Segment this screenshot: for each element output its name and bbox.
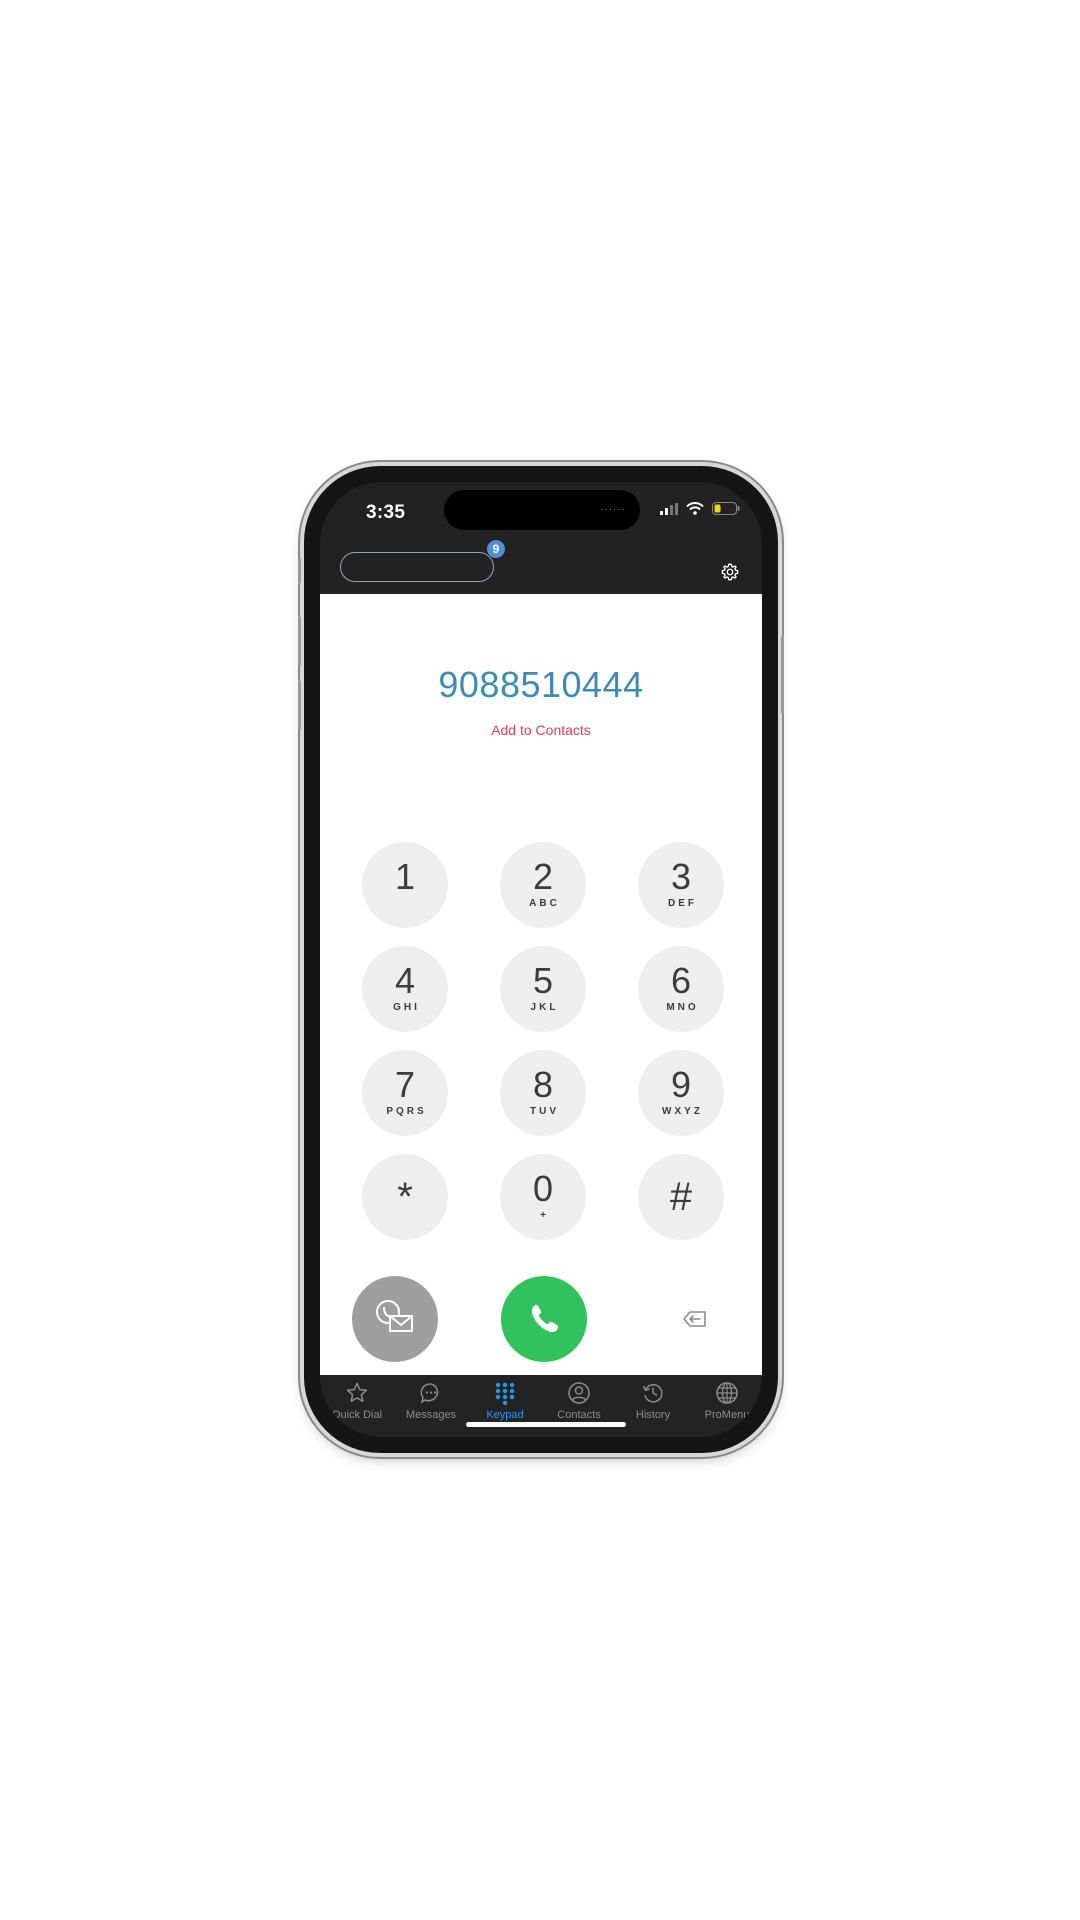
key-digit: 1 (394, 856, 416, 897)
key-4[interactable]: 4 GHI (362, 946, 448, 1032)
phone-handset-icon (531, 1304, 559, 1333)
key-6[interactable]: 6 MNO (638, 946, 724, 1032)
call-button[interactable] (501, 1276, 587, 1362)
app-header: 9 (320, 538, 762, 586)
key-0[interactable]: 0 + (500, 1154, 586, 1240)
key-digit: 9 (670, 1064, 692, 1105)
key-digit: 2 (532, 856, 554, 897)
island-indicator-dots: ······ (600, 504, 626, 515)
dialed-number[interactable]: 9088510444 (320, 664, 762, 706)
tab-messages[interactable]: Messages (394, 1381, 468, 1433)
tab-label: Messages (405, 1409, 457, 1421)
key-letters: DEF (668, 898, 697, 909)
tab-quick-dial[interactable]: Quick Dial (320, 1381, 394, 1433)
star-icon (346, 1382, 368, 1403)
power-button (781, 636, 784, 714)
dialer-content: 9088510444 Add to Contacts 1 2 ABC 3 DEF… (320, 594, 762, 1375)
key-2[interactable]: 2 ABC (500, 842, 586, 928)
person-circle-icon (568, 1382, 590, 1404)
phone-frame: 3:35 ······ 9 9088510444 Add to Contacts… (298, 466, 784, 1453)
key-digit: 8 (532, 1064, 554, 1105)
key-letters: TUV (530, 1106, 559, 1117)
key-3[interactable]: 3 DEF (638, 842, 724, 928)
battery-icon (712, 502, 740, 515)
key-digit: 7 (394, 1064, 416, 1105)
voicemail-message-button[interactable] (352, 1276, 438, 1362)
key-digit: 3 (670, 856, 692, 897)
key-letters: PQRS (386, 1106, 427, 1117)
cellular-signal-icon (660, 502, 678, 515)
tab-label: ProMenu (704, 1409, 750, 1421)
tab-history[interactable]: History (616, 1381, 690, 1433)
volume-up-button (298, 616, 301, 666)
dynamic-island: ······ (444, 490, 640, 530)
key-letters: ABC (529, 898, 560, 909)
chat-bubble-icon (420, 1383, 439, 1404)
add-to-contacts-link[interactable]: Add to Contacts (320, 722, 762, 738)
tab-promenu[interactable]: ProMenu (690, 1381, 762, 1433)
bottom-tab-bar: Quick Dial Messages Keypad Contacts Hist… (320, 1375, 762, 1437)
key-8[interactable]: 8 TUV (500, 1050, 586, 1136)
tab-label: Contacts (557, 1409, 601, 1421)
status-time: 3:35 (366, 502, 406, 523)
key-digit: # (669, 1175, 693, 1219)
tab-label: Keypad (486, 1409, 524, 1421)
key-digit: * (397, 1175, 413, 1219)
key-letters: GHI (393, 1002, 420, 1013)
key-7[interactable]: 7 PQRS (362, 1050, 448, 1136)
key-letters: + (540, 1210, 549, 1221)
account-pill[interactable] (340, 552, 494, 582)
key-digit: 0 (532, 1168, 554, 1209)
gear-icon[interactable] (720, 562, 740, 582)
key-letters: WXYZ (662, 1106, 703, 1117)
key-1[interactable]: 1 (362, 842, 448, 928)
silent-switch (298, 558, 301, 584)
status-icons (660, 502, 740, 515)
tab-label: History (635, 1409, 671, 1421)
home-indicator[interactable] (466, 1422, 626, 1427)
volume-down-button (298, 680, 301, 730)
status-bar: 3:35 ······ (320, 482, 762, 546)
key-letters: MNO (666, 1002, 699, 1013)
phone-screen: 3:35 ······ 9 9088510444 Add to Contacts… (320, 482, 762, 1437)
tab-label: Quick Dial (331, 1409, 383, 1421)
voicemail-envelope-icon (376, 1300, 413, 1332)
key-digit: 6 (670, 960, 692, 1001)
key-5[interactable]: 5 JKL (500, 946, 586, 1032)
key-star[interactable]: * (362, 1154, 448, 1240)
history-clock-icon (642, 1384, 663, 1403)
key-9[interactable]: 9 WXYZ (638, 1050, 724, 1136)
key-digit: 5 (532, 960, 554, 1001)
key-hash[interactable]: # (638, 1154, 724, 1240)
key-digit: 4 (394, 960, 416, 1001)
backspace-icon[interactable] (680, 1304, 710, 1334)
globe-icon (716, 1382, 738, 1404)
key-letters: JKL (530, 1002, 559, 1013)
keypad-grid-icon (495, 1382, 515, 1405)
wifi-icon (686, 502, 704, 515)
notification-badge: 9 (487, 540, 505, 558)
